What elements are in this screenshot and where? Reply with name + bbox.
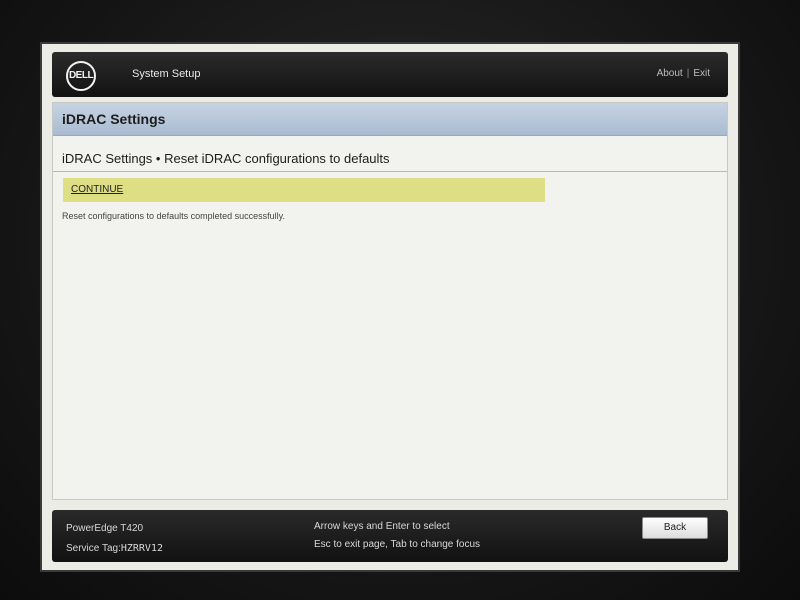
system-setup-screen: DELL System Setup About | Exit iDRAC Setti… <box>42 44 738 570</box>
status-message: Reset configurations to defaults complet… <box>62 211 285 221</box>
continue-link[interactable]: CONTINUE <box>71 184 123 195</box>
service-tag-label: Service Tag: <box>66 543 121 554</box>
service-tag: Service Tag:HZRRV12 <box>66 543 163 554</box>
section-title: iDRAC Settings <box>62 111 166 127</box>
page-subtitle: iDRAC Settings • Reset iDRAC configurati… <box>62 151 390 166</box>
link-separator: | <box>686 68 690 79</box>
dell-logo: DELL <box>66 61 96 91</box>
section-header: iDRAC Settings <box>53 103 727 136</box>
about-link[interactable]: About <box>657 68 683 79</box>
app-title: System Setup <box>132 68 201 80</box>
model-name: PowerEdge T420 <box>66 523 144 534</box>
navigation-hint: Arrow keys and Enter to select <box>314 521 450 532</box>
monitor-frame: DELL System Setup About | Exit iDRAC Setti… <box>0 0 800 600</box>
content-panel: iDRAC Settings iDRAC Settings • Reset iD… <box>52 102 728 500</box>
header-links: About | Exit <box>657 68 710 79</box>
divider <box>53 171 727 172</box>
continue-row[interactable]: CONTINUE <box>63 178 545 202</box>
footer-bar: PowerEdge T420 Service Tag:HZRRV12 Arrow… <box>52 510 728 562</box>
back-button[interactable]: Back <box>642 517 708 539</box>
service-tag-value: HZRRV12 <box>120 543 163 554</box>
focus-hint: Esc to exit page, Tab to change focus <box>314 539 481 550</box>
header-bar: DELL System Setup About | Exit <box>52 52 728 97</box>
exit-link[interactable]: Exit <box>693 68 710 79</box>
